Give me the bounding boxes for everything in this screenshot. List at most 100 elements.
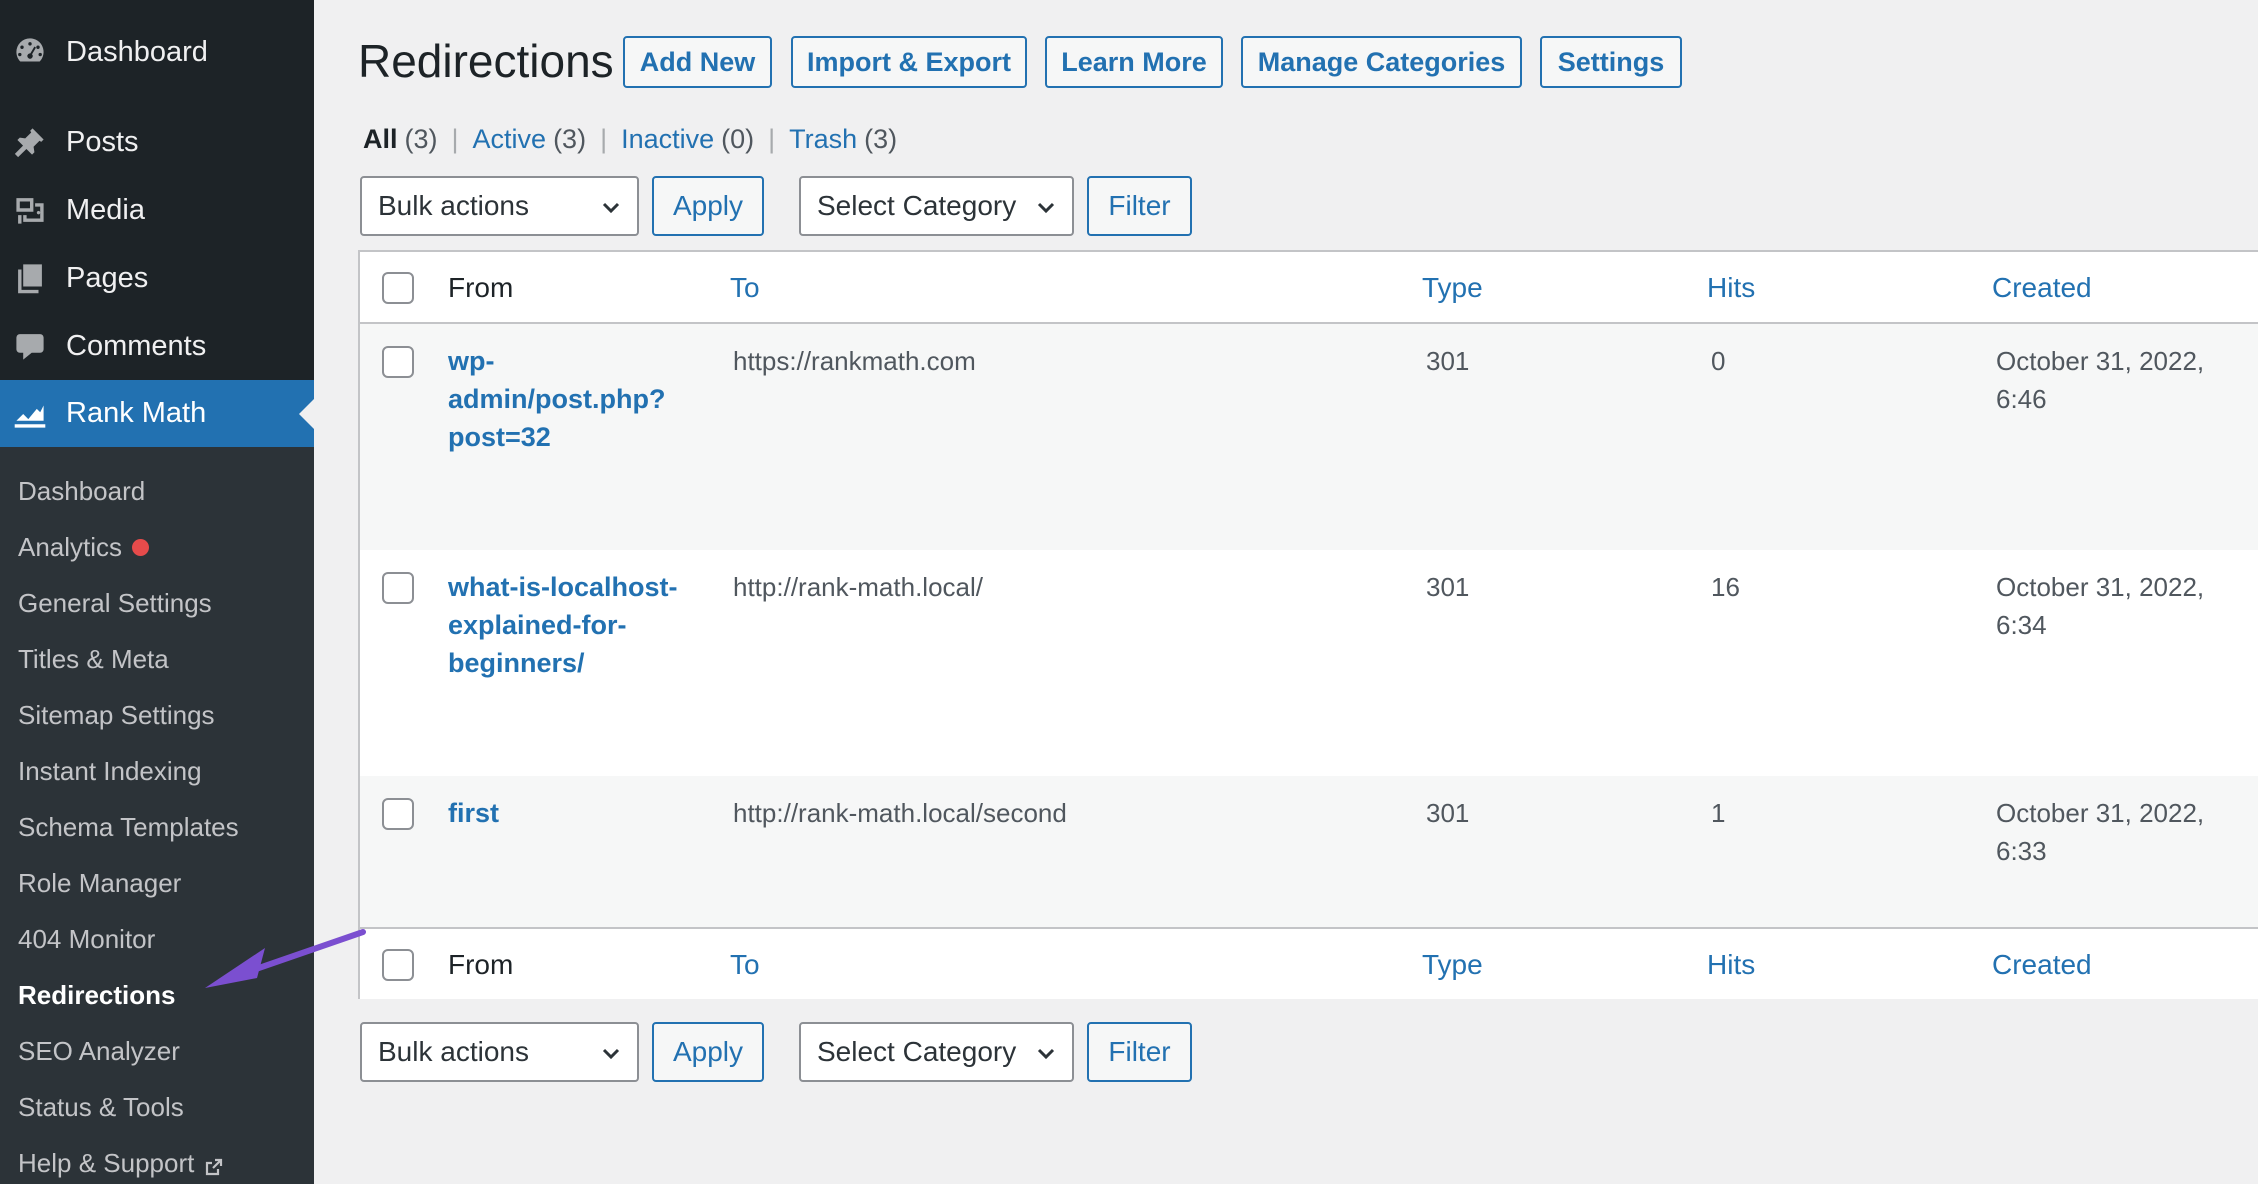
column-from: From: [448, 272, 514, 303]
menu-label: Rank Math: [66, 397, 207, 429]
menu-item-pages[interactable]: Pages: [0, 248, 314, 308]
submenu-instant-indexing[interactable]: Instant Indexing: [18, 751, 202, 791]
from-link[interactable]: first: [448, 794, 708, 832]
submenu-404-monitor[interactable]: 404 Monitor: [18, 919, 155, 959]
bulk-actions-select[interactable]: Bulk actions: [360, 176, 639, 236]
submenu-seo-analyzer[interactable]: SEO Analyzer: [18, 1031, 180, 1071]
column-type[interactable]: Type: [1422, 252, 1483, 324]
chevron-down-icon: [1034, 1040, 1058, 1064]
type-cell: 301: [1426, 572, 1470, 602]
menu-item-comments[interactable]: Comments: [0, 316, 314, 376]
submenu-label: Help & Support: [18, 1147, 195, 1178]
separator: |: [451, 124, 459, 154]
hits-cell: 0: [1711, 346, 1726, 376]
column-to[interactable]: To: [730, 252, 760, 324]
import-export-button[interactable]: Import & Export: [791, 36, 1027, 88]
filter-button-bottom[interactable]: Filter: [1087, 1022, 1192, 1082]
column-hits[interactable]: Hits: [1707, 252, 1755, 324]
row-checkbox[interactable]: [382, 346, 414, 378]
column-from: From: [448, 949, 514, 980]
select-category-select[interactable]: Select Category: [799, 176, 1074, 236]
submenu-dashboard[interactable]: Dashboard: [18, 471, 145, 511]
to-cell: http://rank-math.local/: [733, 572, 983, 602]
manage-categories-button[interactable]: Manage Categories: [1241, 36, 1522, 88]
menu-label: Posts: [66, 125, 139, 158]
menu-item-dashboard[interactable]: Dashboard: [0, 22, 314, 82]
view-filter-links: All (3) | Active (3) | Inactive (0) | Tr…: [363, 124, 897, 155]
redirections-table: From To Type Hits Created wp-admin/post.…: [358, 250, 2258, 999]
admin-sidebar: Dashboard Posts Media Pages Comments Ran…: [0, 0, 314, 1184]
table-footer: From To Type Hits Created: [360, 927, 2258, 999]
table-row: first http://rank-math.local/second 301 …: [360, 776, 2258, 927]
apply-button-bottom[interactable]: Apply: [652, 1022, 764, 1082]
select-all-checkbox[interactable]: [382, 949, 414, 981]
table-row: what-is-localhost-explained-for-beginner…: [360, 550, 2258, 776]
created-cell: October 31, 2022, 6:46: [1996, 346, 2205, 414]
view-count: (3): [553, 124, 587, 154]
submenu-analytics[interactable]: Analytics: [18, 527, 150, 567]
submenu-status-tools[interactable]: Status & Tools: [18, 1087, 184, 1127]
view-active-link[interactable]: Active: [473, 124, 547, 155]
dashboard-icon: [12, 34, 48, 70]
to-cell: http://rank-math.local/second: [733, 798, 1067, 828]
type-cell: 301: [1426, 798, 1470, 828]
column-hits[interactable]: Hits: [1707, 929, 1755, 1001]
from-link[interactable]: wp-admin/post.php?post=32: [448, 342, 708, 456]
view-trash-link[interactable]: Trash: [789, 124, 857, 155]
select-category-select-bottom[interactable]: Select Category: [799, 1022, 1074, 1082]
menu-label: Media: [66, 193, 145, 226]
menu-item-media[interactable]: Media: [0, 180, 314, 240]
separator: |: [600, 124, 608, 154]
settings-button[interactable]: Settings: [1540, 36, 1682, 88]
submenu-general-settings[interactable]: General Settings: [18, 583, 212, 623]
select-value: Select Category: [817, 190, 1017, 221]
table-header: From To Type Hits Created: [360, 252, 2258, 324]
submenu-redirections[interactable]: Redirections: [18, 975, 176, 1015]
view-count: (3): [864, 124, 898, 154]
column-created[interactable]: Created: [1992, 929, 2092, 1001]
submenu-titles-meta[interactable]: Titles & Meta: [18, 639, 169, 679]
separator: |: [768, 124, 776, 154]
filter-button[interactable]: Filter: [1087, 176, 1192, 236]
view-count: (0): [721, 124, 755, 154]
hits-cell: 1: [1711, 798, 1726, 828]
page-title: Redirections: [358, 35, 614, 87]
select-value: Bulk actions: [378, 190, 529, 221]
table-row: wp-admin/post.php?post=32 https://rankma…: [360, 324, 2258, 550]
created-cell: October 31, 2022, 6:33: [1996, 798, 2205, 866]
row-checkbox[interactable]: [382, 572, 414, 604]
submenu-role-manager[interactable]: Role Manager: [18, 863, 181, 903]
learn-more-button[interactable]: Learn More: [1045, 36, 1223, 88]
annotation-arrow-icon: [205, 929, 366, 988]
add-new-button[interactable]: Add New: [623, 36, 772, 88]
column-created[interactable]: Created: [1992, 252, 2092, 324]
bulk-actions-select-bottom[interactable]: Bulk actions: [360, 1022, 639, 1082]
pushpin-icon: [12, 124, 48, 160]
column-type[interactable]: Type: [1422, 929, 1483, 1001]
select-value: Bulk actions: [378, 1036, 529, 1067]
created-cell: October 31, 2022, 6:34: [1996, 572, 2205, 640]
notification-dot: [132, 538, 150, 556]
from-link[interactable]: what-is-localhost-explained-for-beginner…: [448, 568, 708, 682]
submenu-sitemap-settings[interactable]: Sitemap Settings: [18, 695, 215, 735]
view-inactive-link[interactable]: Inactive: [621, 124, 714, 155]
view-all-link[interactable]: All: [363, 124, 398, 155]
comment-icon: [12, 328, 48, 364]
select-value: Select Category: [817, 1036, 1017, 1067]
select-all-checkbox[interactable]: [382, 272, 414, 304]
menu-label: Comments: [66, 329, 207, 362]
pages-icon: [12, 260, 48, 296]
column-to[interactable]: To: [730, 929, 760, 1001]
type-cell: 301: [1426, 346, 1470, 376]
apply-button[interactable]: Apply: [652, 176, 764, 236]
submenu-label: Analytics: [18, 531, 123, 562]
menu-item-rank-math[interactable]: Rank Math: [0, 380, 314, 447]
submenu-help-support[interactable]: Help & Support: [18, 1143, 224, 1183]
row-checkbox[interactable]: [382, 798, 414, 830]
menu-item-posts[interactable]: Posts: [0, 112, 314, 172]
submenu-schema-templates[interactable]: Schema Templates: [18, 807, 239, 847]
chevron-down-icon: [599, 1040, 623, 1064]
media-icon: [12, 192, 48, 228]
chevron-down-icon: [1034, 194, 1058, 218]
to-cell: https://rankmath.com: [733, 346, 976, 376]
